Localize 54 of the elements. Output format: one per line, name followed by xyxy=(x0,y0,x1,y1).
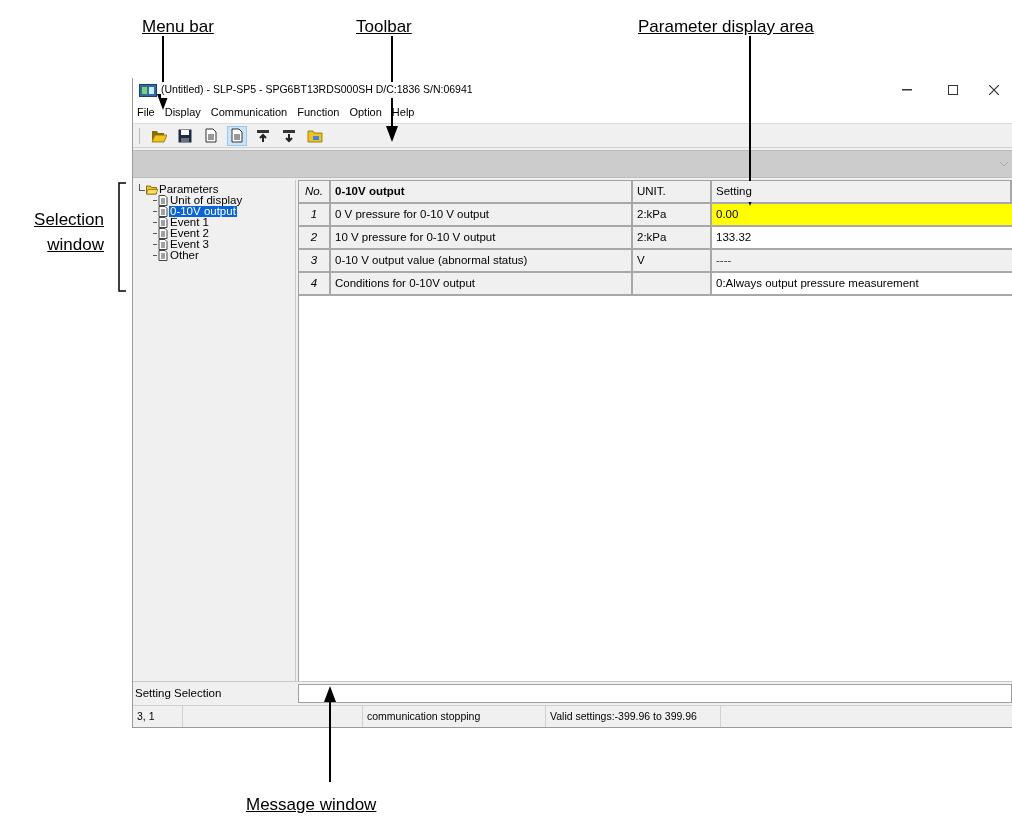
maximize-icon xyxy=(948,85,958,95)
minimize-icon xyxy=(902,89,912,91)
document-icon xyxy=(158,195,168,206)
table-cell: 2:kPa xyxy=(633,204,712,225)
table-cell: 2 xyxy=(299,227,331,248)
document-icon xyxy=(158,239,168,250)
document-icon xyxy=(158,250,168,261)
tree-item[interactable]: 0-10V output xyxy=(169,206,237,217)
menu-item[interactable]: Display xyxy=(164,104,201,121)
document-icon xyxy=(158,228,168,239)
setting-cell[interactable]: ---- xyxy=(712,250,1012,271)
callout-label: Selection window xyxy=(33,209,104,256)
menu-item[interactable]: File xyxy=(137,104,155,121)
menu-item[interactable]: Help xyxy=(391,104,415,121)
callout-label: Message window xyxy=(246,794,377,816)
open-folder-icon xyxy=(151,128,167,143)
document-icon xyxy=(231,128,243,143)
table-cell: V xyxy=(633,250,712,271)
table-cell: 10 V pressure for 0-10 V output xyxy=(331,227,633,248)
document-icon xyxy=(158,217,168,228)
table-cell: Conditions for 0-10V output xyxy=(331,273,633,294)
tree-item[interactable]: Event 3 xyxy=(169,239,210,250)
status-text: 3, 1 xyxy=(137,708,155,724)
tree-item[interactable]: Other xyxy=(169,250,200,261)
setting-cell[interactable]: 0.00 xyxy=(712,204,1012,225)
window-title: (Untitled) - SLP-SP5 - SPG6BT13RDS000SH D/C:1836 S/N:06941 xyxy=(161,82,473,98)
status-text: communication stopping xyxy=(367,708,481,724)
table-cell: 2:kPa xyxy=(633,227,712,248)
close-icon xyxy=(989,85,999,95)
menu-item[interactable]: Option xyxy=(349,104,382,121)
app-icon xyxy=(139,83,157,97)
callout-label: Parameter display area xyxy=(638,16,814,38)
message-label: Setting Selection xyxy=(134,685,223,701)
table-cell: 1 xyxy=(299,204,331,225)
document-icon xyxy=(205,128,217,143)
menu-item[interactable]: Communication xyxy=(210,104,288,121)
chevron-down-icon xyxy=(1000,161,1008,167)
table-cell: 0 V pressure for 0-10 V output xyxy=(331,204,633,225)
status-text: Valid settings:-399.96 to 399.96 xyxy=(550,708,697,724)
tree-item[interactable]: Parameters xyxy=(159,184,219,195)
folder-icon xyxy=(307,128,323,143)
message-field[interactable] xyxy=(298,684,1012,703)
table-cell: 4 xyxy=(299,273,331,294)
transfer-down-icon xyxy=(282,128,296,143)
callout-label: Menu bar xyxy=(142,16,214,38)
callout-label: Toolbar xyxy=(356,16,412,38)
tree-item[interactable]: Event 2 xyxy=(169,228,210,239)
menu-item[interactable]: Function xyxy=(297,104,340,121)
table-cell: 3 xyxy=(299,250,331,271)
tree-item[interactable]: Event 1 xyxy=(169,217,210,228)
document-icon xyxy=(158,206,168,217)
table-cell: 0-10 V output value (abnormal status) xyxy=(331,250,633,271)
transfer-up-icon xyxy=(256,128,270,143)
tree-item[interactable]: Unit of display xyxy=(169,195,244,206)
